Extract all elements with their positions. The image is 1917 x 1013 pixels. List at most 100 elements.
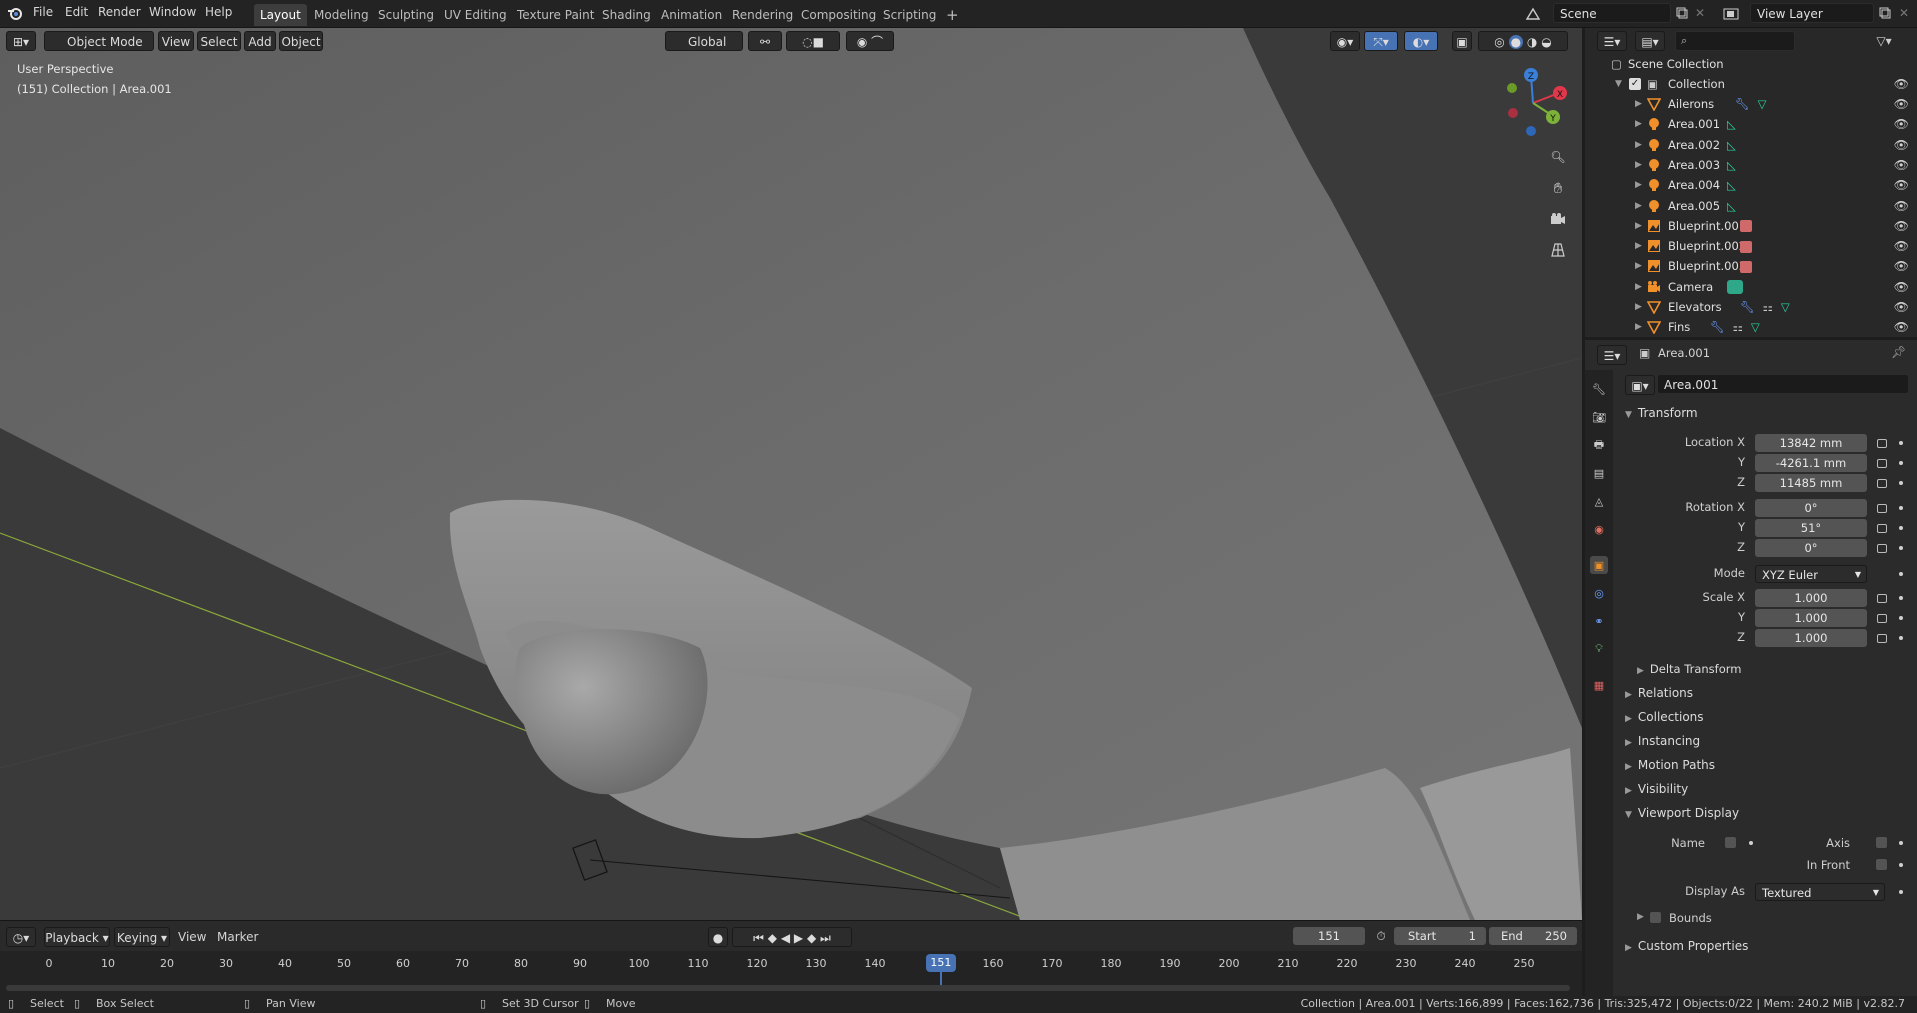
keyframe-dot-icon[interactable] bbox=[1899, 841, 1903, 845]
zoom-icon[interactable]: 🔍︎ bbox=[1546, 145, 1570, 169]
scene-selector[interactable]: Scene bbox=[1553, 3, 1671, 23]
lock-icon[interactable] bbox=[1877, 524, 1887, 533]
constraints-tab-icon[interactable]: ⚭ bbox=[1590, 612, 1608, 630]
end-frame-field[interactable]: End 250 bbox=[1489, 927, 1577, 945]
outliner-collection[interactable]: ▼ ✓ ▣ Collection 👁︎ bbox=[1585, 74, 1917, 94]
display-as-select[interactable]: Textured ▼ bbox=[1755, 883, 1885, 901]
view-layer-tab-icon[interactable]: ▤ bbox=[1590, 464, 1608, 482]
next-keyframe-icon[interactable]: ◆ bbox=[807, 931, 816, 945]
light-data-tab-icon[interactable]: 💡︎ bbox=[1590, 640, 1608, 658]
lock-icon[interactable] bbox=[1877, 594, 1887, 603]
prev-keyframe-icon[interactable]: ◆ bbox=[768, 931, 777, 945]
eye-icon[interactable]: 👁︎ bbox=[1894, 297, 1909, 317]
copy-view-layer-icon[interactable] bbox=[1876, 4, 1894, 22]
mesh-data-icon[interactable]: ▽ bbox=[1751, 320, 1760, 334]
add-menu[interactable]: Add bbox=[244, 31, 276, 51]
image-data-icon[interactable] bbox=[1740, 240, 1752, 253]
jump-end-icon[interactable]: ⏭ bbox=[820, 931, 831, 945]
image-data-icon[interactable] bbox=[1740, 220, 1752, 233]
outliner-scene-collection[interactable]: ▢ Scene Collection bbox=[1585, 54, 1917, 74]
lock-icon[interactable] bbox=[1877, 614, 1887, 623]
light-data-icon[interactable]: ◺ bbox=[1727, 199, 1736, 213]
lock-icon[interactable] bbox=[1877, 439, 1887, 448]
eye-icon[interactable]: 👁︎ bbox=[1894, 175, 1909, 195]
panel-header-motion-paths[interactable]: ▶ Motion Paths bbox=[1625, 758, 1715, 772]
expand-arrow-icon[interactable]: ▶ bbox=[1635, 256, 1642, 276]
expand-arrow-icon[interactable]: ▶ bbox=[1635, 297, 1642, 317]
outliner-item[interactable]: ▶ Blueprint.001 👁︎ bbox=[1585, 216, 1917, 236]
tab-rendering[interactable]: Rendering bbox=[726, 4, 799, 26]
bounds-checkbox[interactable] bbox=[1649, 911, 1662, 924]
delta-transform-header[interactable]: ▶ Delta Transform bbox=[1637, 662, 1741, 676]
panel-header-visibility[interactable]: ▶ Visibility bbox=[1625, 782, 1688, 796]
wireframe-icon[interactable]: ◎ bbox=[1494, 35, 1504, 49]
menu-render[interactable]: Render bbox=[98, 5, 141, 19]
world-tab-icon[interactable]: ◉ bbox=[1590, 520, 1608, 538]
rotation-mode-select[interactable]: XYZ Euler ▼ bbox=[1755, 565, 1867, 583]
keyframe-dot-icon[interactable] bbox=[1899, 596, 1903, 600]
eye-icon[interactable]: 👁︎ bbox=[1894, 236, 1909, 256]
outliner-item[interactable]: ▶ Camera 👁︎ bbox=[1585, 277, 1917, 297]
lock-icon[interactable] bbox=[1877, 544, 1887, 553]
texture-tab-icon[interactable]: ▦ bbox=[1590, 676, 1608, 694]
eye-icon[interactable]: 👁︎ bbox=[1894, 317, 1909, 337]
expand-arrow-icon[interactable]: ▶ bbox=[1635, 175, 1642, 195]
expand-arrow-icon[interactable]: ▶ bbox=[1635, 196, 1642, 216]
tab-shading[interactable]: Shading bbox=[596, 4, 657, 26]
current-frame-field[interactable]: 151 bbox=[1293, 927, 1365, 945]
physics-tab-icon[interactable]: ◎ bbox=[1590, 584, 1608, 602]
keyframe-dot-icon[interactable] bbox=[1899, 481, 1903, 485]
view-menu[interactable]: View bbox=[158, 31, 194, 51]
add-workspace-button[interactable]: + bbox=[940, 4, 965, 26]
name-checkbox[interactable] bbox=[1724, 836, 1737, 849]
light-data-icon[interactable]: ◺ bbox=[1727, 117, 1736, 131]
tab-uv-editing[interactable]: UV Editing bbox=[438, 4, 513, 26]
outliner-editor-type[interactable]: ☰▾ bbox=[1597, 31, 1627, 51]
object-name-field[interactable]: Area.001 bbox=[1657, 374, 1909, 394]
menu-window[interactable]: Window bbox=[149, 5, 196, 19]
marker-menu[interactable]: Marker bbox=[217, 930, 258, 944]
outliner-item[interactable]: ▶ Blueprint.003 👁︎ bbox=[1585, 256, 1917, 276]
menu-file[interactable]: File bbox=[33, 5, 53, 19]
in-front-checkbox[interactable] bbox=[1875, 858, 1888, 871]
close-scene-icon[interactable]: ✕ bbox=[1691, 4, 1709, 22]
gizmo-toggle[interactable]: ⤧▾ bbox=[1364, 31, 1398, 51]
object-tab-icon[interactable]: ▣ bbox=[1590, 556, 1608, 574]
navigation-gizmo[interactable]: X Y Z bbox=[1498, 68, 1568, 138]
location-z-field[interactable]: 11485 mm bbox=[1755, 474, 1867, 492]
panel-header-relations[interactable]: ▶ Relations bbox=[1625, 686, 1693, 700]
mode-selector[interactable]: Object Mode bbox=[44, 31, 154, 51]
rotation-z-field[interactable]: 0° bbox=[1755, 539, 1867, 557]
constraint-icon[interactable]: ⚏ bbox=[1733, 320, 1743, 334]
modifier-wrench-icon[interactable]: 🔧︎ bbox=[1710, 320, 1725, 334]
axis-checkbox[interactable] bbox=[1875, 836, 1888, 849]
eye-icon[interactable]: 👁︎ bbox=[1894, 74, 1909, 94]
playback-menu[interactable]: Playback ▾ bbox=[44, 927, 110, 947]
tab-compositing[interactable]: Compositing bbox=[795, 4, 882, 26]
xray-toggle[interactable]: ▣ bbox=[1452, 31, 1472, 51]
timeline-editor-type[interactable]: ◷▾ bbox=[6, 927, 36, 947]
eye-icon[interactable]: 👁︎ bbox=[1894, 277, 1909, 297]
outliner-item[interactable]: ▶ Area.001 ◺ 👁︎ bbox=[1585, 114, 1917, 134]
image-data-icon[interactable] bbox=[1740, 260, 1752, 273]
outliner-item[interactable]: ▶ Ailerons 🔧︎ ▽ 👁︎ bbox=[1585, 94, 1917, 114]
outliner-item[interactable]: ▶ Area.002 ◺ 👁︎ bbox=[1585, 135, 1917, 155]
panel-header-collections[interactable]: ▶ Collections bbox=[1625, 710, 1704, 724]
menu-help[interactable]: Help bbox=[205, 5, 232, 19]
tab-scripting[interactable]: Scripting bbox=[877, 4, 942, 26]
expand-arrow-icon[interactable]: ▶ bbox=[1635, 94, 1642, 114]
object-menu[interactable]: Object bbox=[279, 31, 323, 51]
pan-hand-icon[interactable]: ✋︎ bbox=[1546, 176, 1570, 200]
keyframe-dot-icon[interactable] bbox=[1899, 506, 1903, 510]
editor-type-button[interactable]: ⊞▾ bbox=[6, 31, 36, 51]
keyframe-dot-icon[interactable] bbox=[1899, 863, 1903, 867]
keyframe-dot-icon[interactable] bbox=[1899, 890, 1903, 894]
scene-tab-icon[interactable]: ◬ bbox=[1590, 492, 1608, 510]
properties-editor-type[interactable]: ☰▾ bbox=[1597, 345, 1627, 365]
modifier-wrench-icon[interactable]: 🔧︎ bbox=[1740, 300, 1755, 314]
camera-data-icon[interactable] bbox=[1727, 280, 1743, 295]
keyframe-dot-icon[interactable] bbox=[1749, 841, 1753, 845]
rotation-x-field[interactable]: 0° bbox=[1755, 499, 1867, 517]
keyframe-dot-icon[interactable] bbox=[1899, 616, 1903, 620]
keyframe-dot-icon[interactable] bbox=[1899, 461, 1903, 465]
